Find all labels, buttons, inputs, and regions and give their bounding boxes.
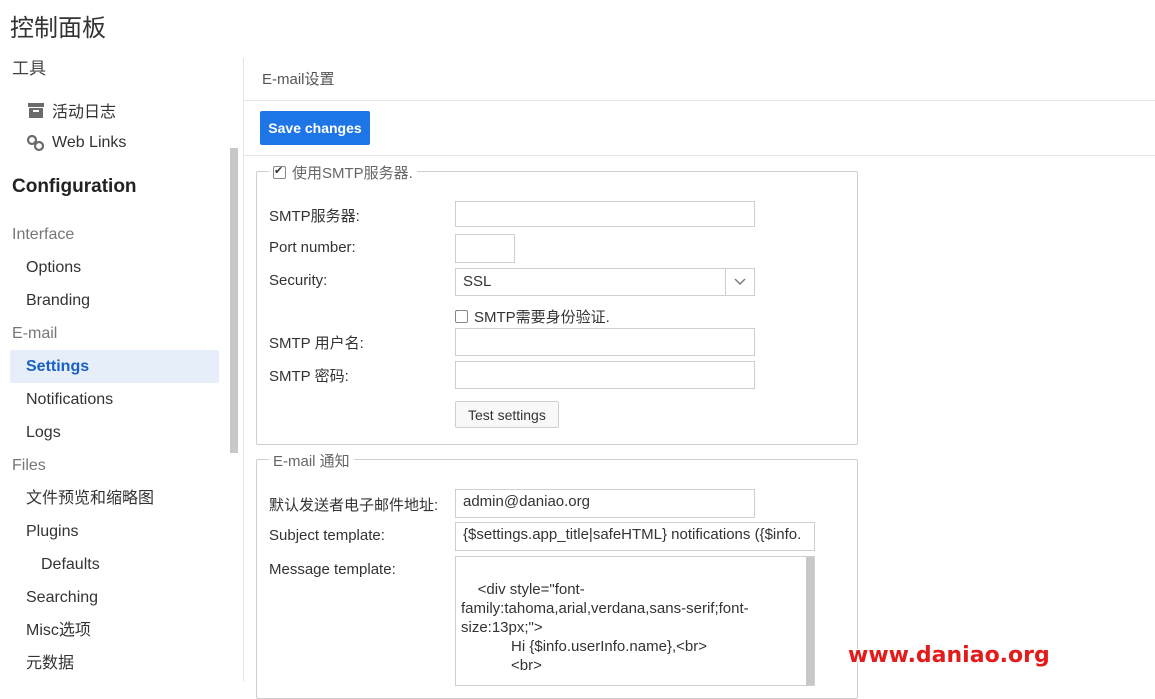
nav-group-files: Files [12,457,46,474]
nav-item-defaults[interactable]: Defaults [10,548,219,581]
toolbar-divider [244,155,1155,156]
use-smtp-label: 使用SMTP服务器. [292,165,413,182]
nav-item-branding[interactable]: Branding [10,284,219,317]
chevron-down-icon [725,269,754,295]
nav-item-metadata[interactable]: 元数据 [10,647,219,680]
nav-group-interface: Interface [12,226,75,243]
smtp-username-input[interactable] [455,328,755,356]
content-header: E-mail设置 [262,71,335,88]
port-number-label: Port number: [269,239,356,256]
nav-item-settings[interactable]: Settings [10,350,219,383]
sender-address-input[interactable]: admin@daniao.org [455,489,755,518]
nav-item-logs[interactable]: Logs [10,416,219,449]
sidebar-divider [243,58,244,681]
smtp-fieldset: 使用SMTP服务器. SMTP服务器: Port number: Securit… [256,162,858,445]
tool-item-label: 活动日志 [52,104,117,121]
header-divider [244,100,1155,101]
configuration-heading: Configuration [12,176,137,197]
security-label: Security: [269,272,328,289]
security-select[interactable]: SSL [455,268,755,296]
tools-heading: 工具 [12,59,46,78]
subject-template-label: Subject template: [269,527,385,544]
sidebar-scrollbar[interactable] [230,148,238,453]
tool-item-web-links[interactable]: Web Links [26,131,126,155]
smtp-password-label: SMTP 密码: [269,368,349,385]
tool-item-activity-log[interactable]: 活动日志 [26,98,116,122]
nav-item-options[interactable]: Options [10,251,219,284]
nav-item-searching[interactable]: Searching [10,581,219,614]
smtp-password-input[interactable] [455,361,755,389]
subject-template-input[interactable]: {$settings.app_title|safeHTML} notificat… [455,522,815,551]
smtp-legend: 使用SMTP服务器. [269,162,417,183]
page-title: 控制面板 [10,15,106,42]
message-template-text: <div style="font-family:tahoma,arial,ver… [461,581,749,674]
nav-item-notifications[interactable]: Notifications [10,383,219,416]
test-settings-button[interactable]: Test settings [455,401,559,428]
smtp-auth-checkbox[interactable] [455,310,468,323]
nav-group-email: E-mail [12,325,58,342]
smtp-server-input[interactable] [455,201,755,227]
nav-item-plugins[interactable]: Plugins [10,515,219,548]
nav-item-misc[interactable]: Misc选项 [10,614,219,647]
nav-item-file-preview[interactable]: 文件预览和缩略图 [10,482,219,515]
sidebar: 工具 活动日志 Web Links Configuration Interfac… [0,48,242,681]
config-nav: Interface Options Branding E-mail Settin… [10,218,219,680]
use-smtp-checkbox[interactable] [273,164,286,179]
security-select-value: SSL [463,273,492,290]
smtp-username-label: SMTP 用户名: [269,335,364,352]
message-template-textarea[interactable]: <div style="font-family:tahoma,arial,ver… [455,556,815,686]
smtp-server-label: SMTP服务器: [269,208,360,225]
email-notification-fieldset: E-mail 通知 默认发送者电子邮件地址: admin@daniao.org … [256,450,858,699]
link-icon [26,133,46,153]
notify-legend: E-mail 通知 [269,450,354,471]
textarea-scrollbar[interactable] [806,557,814,685]
message-template-label: Message template: [269,561,396,578]
archive-icon [26,100,46,120]
save-changes-button[interactable]: Save changes [260,111,370,145]
tool-item-label: Web Links [52,134,127,151]
port-number-input[interactable] [455,234,515,263]
smtp-auth-row[interactable]: SMTP需要身份验证. [455,306,610,327]
smtp-auth-label: SMTP需要身份验证. [474,309,610,326]
sender-address-label: 默认发送者电子邮件地址: [269,497,439,514]
watermark: www.daniao.org [848,643,1050,668]
